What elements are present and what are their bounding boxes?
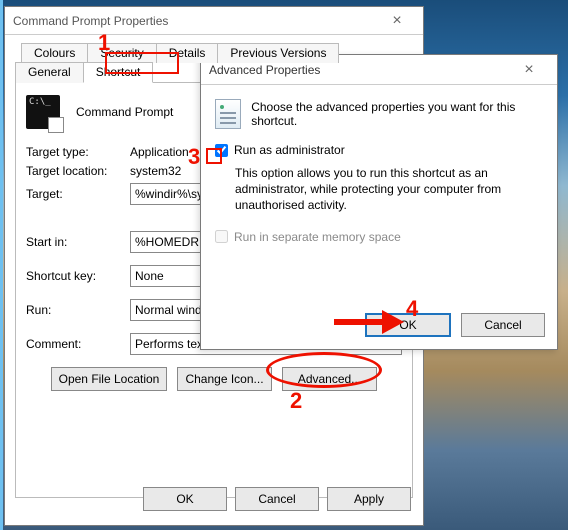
target-location-label: Target location: <box>26 164 130 178</box>
crop-edge <box>0 0 3 530</box>
tab-colours[interactable]: Colours <box>21 43 88 63</box>
advanced-intro-text: Choose the advanced properties you want … <box>251 100 543 128</box>
tab-previous-versions[interactable]: Previous Versions <box>217 43 339 63</box>
annotation-arrow-icon <box>332 308 406 336</box>
start-in-label: Start in: <box>26 235 130 249</box>
command-prompt-icon <box>26 95 60 129</box>
run-as-admin-checkbox[interactable] <box>215 144 228 157</box>
tab-shortcut[interactable]: Shortcut <box>83 62 154 83</box>
advanced-close-icon[interactable]: × <box>509 61 549 79</box>
annotation-number-4: 4 <box>406 296 418 322</box>
annotation-number-3: 3 <box>188 144 200 170</box>
tab-details[interactable]: Details <box>156 43 219 63</box>
comment-label: Comment: <box>26 337 130 351</box>
separate-memory-label: Run in separate memory space <box>234 230 401 244</box>
ok-button[interactable]: OK <box>143 487 227 511</box>
annotation-number-2: 2 <box>290 388 302 414</box>
target-type-value: Application <box>130 145 189 159</box>
target-input[interactable] <box>130 183 210 205</box>
shortcut-key-label: Shortcut key: <box>26 269 130 283</box>
tab-general[interactable]: General <box>15 62 84 83</box>
cancel-button[interactable]: Cancel <box>235 487 319 511</box>
properties-title: Command Prompt Properties <box>11 14 377 28</box>
advanced-cancel-button[interactable]: Cancel <box>461 313 545 337</box>
annotation-number-1: 1 <box>98 30 110 56</box>
run-as-admin-label: Run as administrator <box>234 143 345 157</box>
change-icon-button[interactable]: Change Icon... <box>177 367 272 391</box>
open-file-location-button[interactable]: Open File Location <box>51 367 167 391</box>
advanced-properties-dialog: Advanced Properties × Choose the advance… <box>200 54 558 350</box>
run-label: Run: <box>26 303 130 317</box>
properties-titlebar[interactable]: Command Prompt Properties × <box>5 7 423 35</box>
shortcut-name: Command Prompt <box>76 105 173 119</box>
advanced-title: Advanced Properties <box>209 63 509 77</box>
close-icon[interactable]: × <box>377 12 417 30</box>
apply-button[interactable]: Apply <box>327 487 411 511</box>
separate-memory-checkbox <box>215 230 228 243</box>
target-label: Target: <box>26 187 130 201</box>
run-as-admin-description: This option allows you to run this short… <box>235 165 543 214</box>
target-location-value: system32 <box>130 164 181 178</box>
target-type-label: Target type: <box>26 145 130 159</box>
properties-list-icon <box>215 99 241 129</box>
start-in-input[interactable] <box>130 231 210 253</box>
